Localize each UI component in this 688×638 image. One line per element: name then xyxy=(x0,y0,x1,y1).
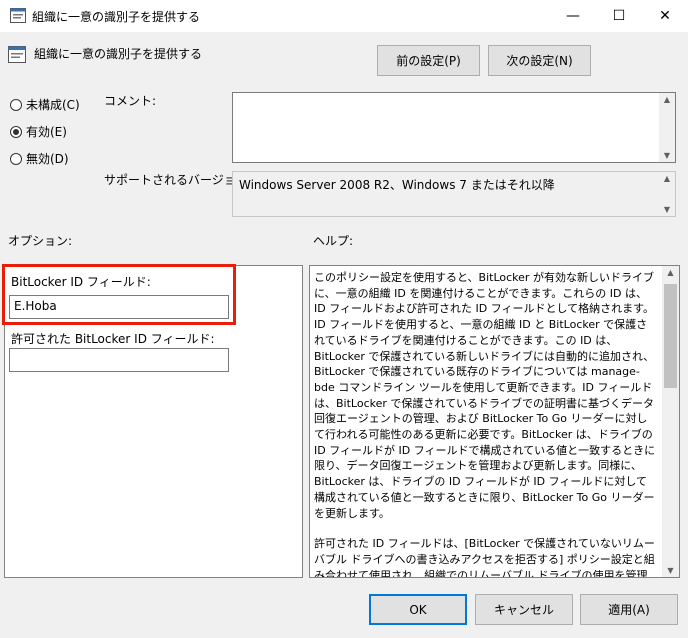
setting-icon xyxy=(8,46,26,63)
radio-enabled[interactable]: 有効(E) xyxy=(10,123,67,140)
scroll-thumb[interactable] xyxy=(664,284,677,388)
prev-setting-button[interactable]: 前の設定(P) xyxy=(377,45,480,76)
radio-circle[interactable] xyxy=(10,125,22,138)
radio-label: 未構成(C) xyxy=(26,98,80,112)
radio-selected-dot xyxy=(13,128,19,135)
allowed-id-field-input[interactable] xyxy=(9,348,229,372)
close-button[interactable]: ✕ xyxy=(642,0,688,32)
maximize-button[interactable]: ☐ xyxy=(596,0,642,32)
radio-circle[interactable] xyxy=(10,152,22,165)
supported-label: サポートされるバージョン: xyxy=(104,173,252,187)
help-paragraph: このポリシー設定を使用すると、BitLocker が有効な新しいドライブに、一意… xyxy=(314,271,656,520)
help-panel[interactable]: このポリシー設定を使用すると、BitLocker が有効な新しいドライブに、一意… xyxy=(309,265,680,578)
ok-button[interactable]: OK xyxy=(369,594,467,625)
radio-label: 無効(D) xyxy=(26,152,69,166)
policy-icon xyxy=(10,8,26,23)
allowed-id-field-label: 許可された BitLocker ID フィールド: xyxy=(11,332,215,346)
scroll-down-icon[interactable]: ▼ xyxy=(659,151,675,160)
scroll-down-icon[interactable]: ▼ xyxy=(662,566,679,575)
cancel-button[interactable]: キャンセル xyxy=(475,594,573,625)
radio-label: 有効(E) xyxy=(26,125,67,139)
next-setting-button[interactable]: 次の設定(N) xyxy=(488,45,591,76)
setting-title: 組織に一意の識別子を提供する xyxy=(34,47,203,61)
apply-button[interactable]: 適用(A) xyxy=(580,594,678,625)
scroll-up-icon[interactable]: ▲ xyxy=(659,95,675,104)
comment-label: コメント: xyxy=(104,94,157,108)
supported-value: Windows Server 2008 R2、Windows 7 またはそれ以降 xyxy=(239,178,555,192)
window-title: 組織に一意の識別子を提供する xyxy=(32,10,201,24)
scroll-up-icon[interactable]: ▲ xyxy=(659,174,675,183)
supported-box: Windows Server 2008 R2、Windows 7 またはそれ以降… xyxy=(232,171,676,217)
title-bar[interactable]: 組織に一意の識別子を提供する — ☐ ✕ xyxy=(0,0,688,32)
comment-scrollbar[interactable]: ▲ ▼ xyxy=(659,93,675,162)
help-scrollbar[interactable]: ▲ ▼ xyxy=(662,266,679,577)
radio-not-configured[interactable]: 未構成(C) xyxy=(10,96,80,113)
maximize-icon: ☐ xyxy=(612,8,626,24)
scroll-up-icon[interactable]: ▲ xyxy=(662,268,679,277)
scroll-down-icon[interactable]: ▼ xyxy=(659,205,675,214)
help-text: このポリシー設定を使用すると、BitLocker が有効な新しいドライブに、一意… xyxy=(314,270,658,578)
help-label: ヘルプ: xyxy=(313,234,354,248)
highlight-box xyxy=(2,264,236,325)
help-paragraph: 許可された ID フィールドは、[BitLocker で保護されていないリムーバ… xyxy=(314,537,655,578)
radio-disabled[interactable]: 無効(D) xyxy=(10,150,69,167)
minimize-icon: — xyxy=(566,8,580,24)
minimize-button[interactable]: — xyxy=(550,0,596,32)
options-label: オプション: xyxy=(8,234,73,248)
supported-scrollbar[interactable]: ▲ ▼ xyxy=(659,172,675,216)
close-icon: ✕ xyxy=(659,8,671,24)
comment-textarea[interactable]: ▲ ▼ xyxy=(232,92,676,163)
radio-circle[interactable] xyxy=(10,98,22,111)
